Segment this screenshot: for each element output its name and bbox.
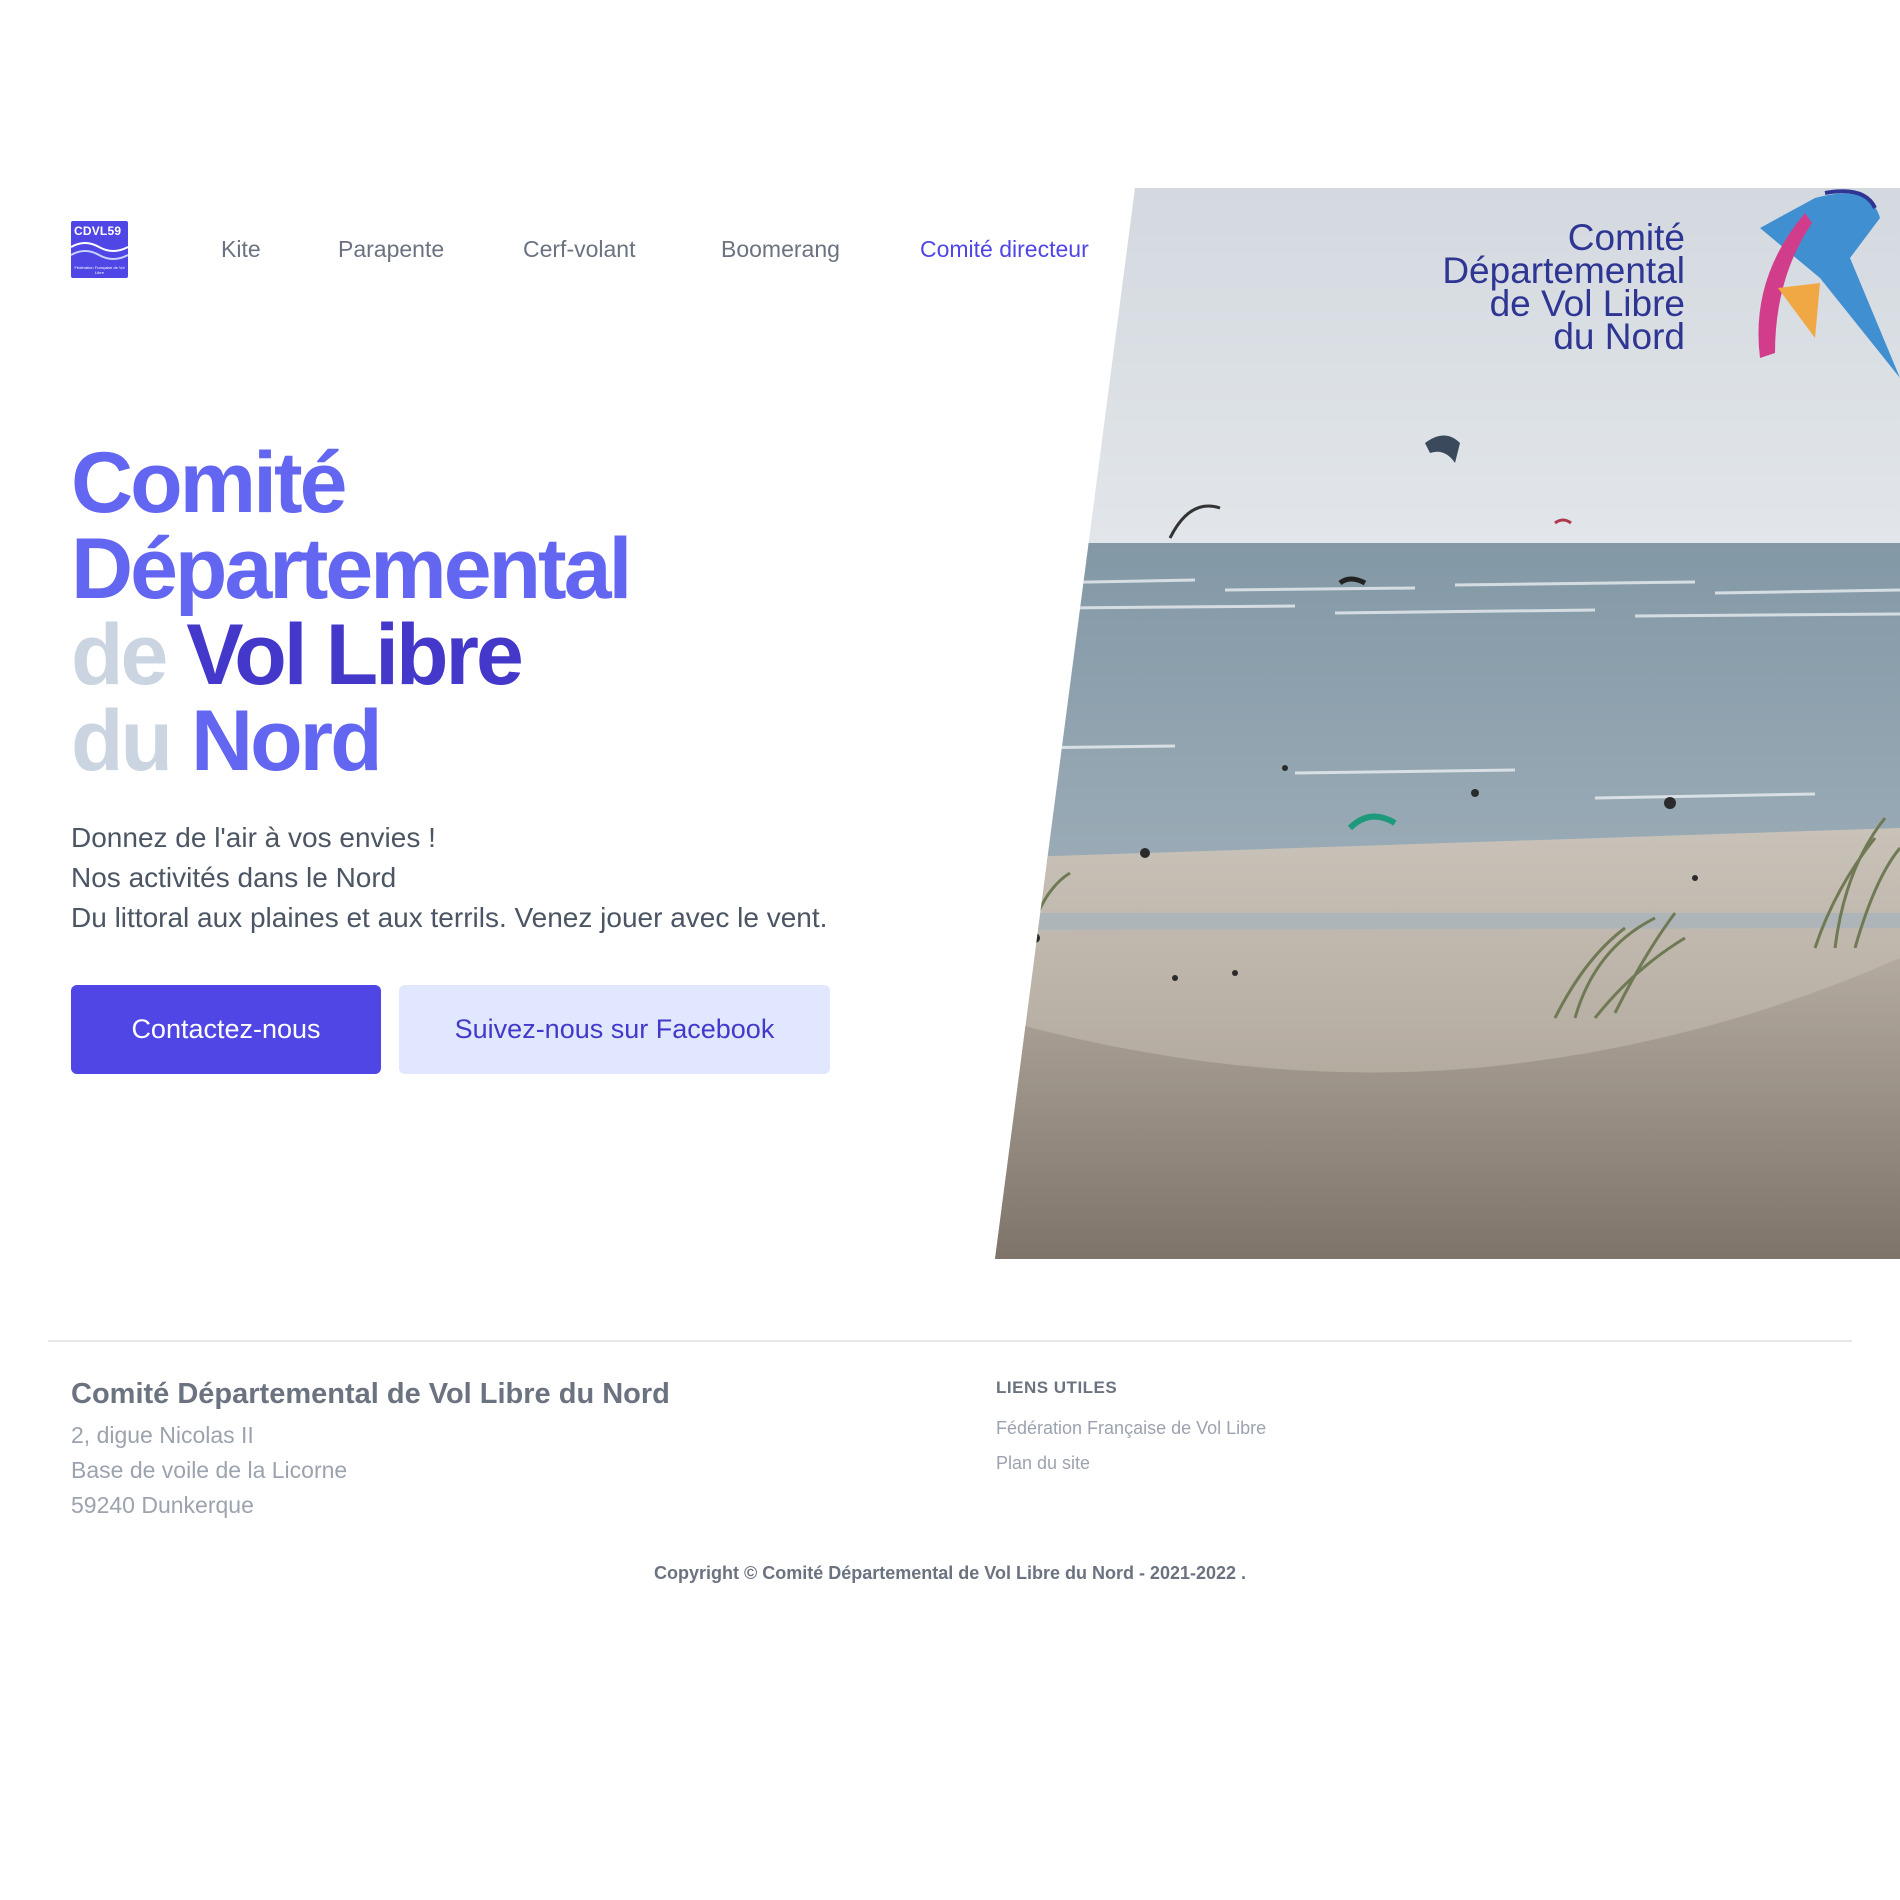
logo-subtext: Fédération Française de Vol Libre	[74, 265, 125, 275]
wave-logo-icon	[71, 242, 128, 260]
footer-divider	[48, 1340, 1852, 1342]
footer-address-line3: 59240 Dunkerque	[71, 1492, 254, 1518]
copyright: Copyright © Comité Départemental de Vol …	[653, 1563, 1247, 1583]
footer-address: 2, digue Nicolas II Base de voile de la …	[71, 1418, 347, 1523]
nav-item-boomerang[interactable]: Boomerang	[721, 236, 840, 263]
contact-button[interactable]: Contactez-nous	[71, 985, 381, 1074]
logo-text: CDVL59	[74, 224, 122, 238]
footer-links: Fédération Française de Vol Libre Plan d…	[996, 1411, 1266, 1481]
nav-item-comite-directeur[interactable]: Comité directeur	[920, 236, 1089, 263]
nav-item-cerf-volant[interactable]: Cerf-volant	[523, 236, 635, 263]
hero-title-word-de: de	[71, 607, 168, 703]
hero-title-line1: Comité	[71, 435, 347, 531]
hero-image: Comité Départemental de Vol Libre du Nor…	[995, 188, 1900, 1259]
facebook-button[interactable]: Suivez-nous sur Facebook	[399, 985, 830, 1074]
hero-description-line3: Du littoral aux plaines et aux terrils. …	[71, 902, 828, 933]
hero-title-word-vol-libre: Vol Libre	[186, 607, 524, 703]
nav-item-kite[interactable]: Kite	[221, 236, 261, 263]
footer-link-sitemap[interactable]: Plan du site	[996, 1446, 1266, 1481]
footer-address-line1: 2, digue Nicolas II	[71, 1422, 254, 1448]
image-logo-text: Comité Départemental de Vol Libre du Nor…	[1442, 219, 1685, 357]
hero-title-line3: de Vol Libre	[71, 612, 629, 698]
footer-address-line2: Base de voile de la Licorne	[71, 1457, 348, 1483]
nav-item-parapente[interactable]: Parapente	[338, 236, 444, 263]
hero-title: Comité Départemental de Vol Libre du Nor…	[71, 435, 632, 784]
hero-title-word-du: du	[71, 693, 173, 789]
footer-links-heading: LIENS UTILES	[996, 1378, 1118, 1397]
footer-org-name: Comité Départemental de Vol Libre du Nor…	[71, 1378, 670, 1410]
image-logo-line4: du Nord	[1553, 316, 1685, 357]
hero-description: Donnez de l'air à vos envies ! Nos activ…	[71, 818, 827, 938]
hero-description-line2: Nos activités dans le Nord	[71, 862, 397, 893]
hero-description-line1: Donnez de l'air à vos envies !	[71, 822, 436, 853]
site-logo[interactable]: CDVL59 Fédération Française de Vol Libre	[71, 221, 128, 278]
footer-link-ffvl[interactable]: Fédération Française de Vol Libre	[996, 1411, 1266, 1446]
hero-title-word-nord: Nord	[190, 693, 383, 789]
hero-title-line4: du Nord	[71, 698, 629, 784]
hero-title-line2: Départemental	[71, 521, 632, 617]
paraglider-logo-icon	[1758, 189, 1900, 378]
